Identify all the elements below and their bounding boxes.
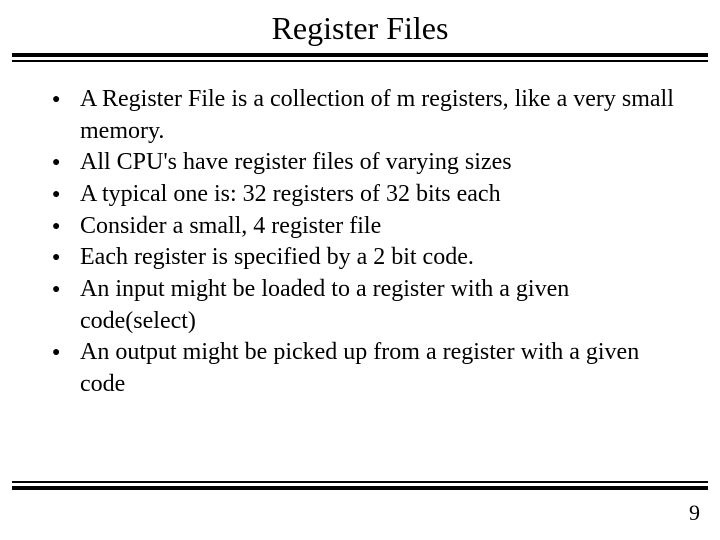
page-number: 9 xyxy=(689,500,700,526)
content-area: A Register File is a collection of m reg… xyxy=(0,62,720,401)
bullet-list: A Register File is a collection of m reg… xyxy=(46,84,674,401)
footer-rule-thin xyxy=(12,481,708,483)
list-item: All CPU's have register files of varying… xyxy=(46,147,674,179)
slide: Register Files A Register File is a coll… xyxy=(0,0,720,540)
list-item: Each register is specified by a 2 bit co… xyxy=(46,242,674,274)
list-item: An output might be picked up from a regi… xyxy=(46,337,674,400)
title-rule-thick xyxy=(12,53,708,57)
list-item: A typical one is: 32 registers of 32 bit… xyxy=(46,179,674,211)
list-item: A Register File is a collection of m reg… xyxy=(46,84,674,147)
slide-title: Register Files xyxy=(0,0,720,53)
footer-rule xyxy=(12,481,708,490)
list-item: An input might be loaded to a register w… xyxy=(46,274,674,337)
footer-rule-thick xyxy=(12,486,708,490)
list-item: Consider a small, 4 register file xyxy=(46,211,674,243)
